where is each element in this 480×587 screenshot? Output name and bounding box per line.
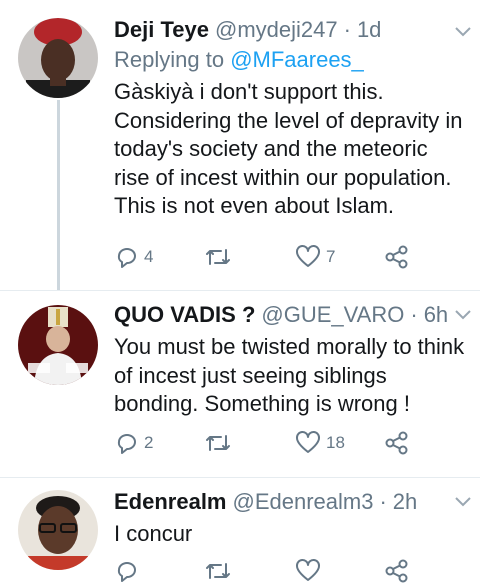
chevron-down-icon[interactable] [454,496,472,508]
share-button[interactable] [384,558,410,584]
timestamp[interactable]: 1d [357,16,381,44]
display-name[interactable]: QUO VADIS ? [114,301,255,329]
share-button[interactable] [384,244,410,270]
tweet-1[interactable]: Deji Teye @mydeji247 · 1d Replying to @M… [0,0,480,290]
user-handle[interactable]: @mydeji247 [215,16,338,44]
timestamp[interactable]: 2h [393,488,417,516]
tweet-text: I concur [114,521,193,546]
replying-to: Replying to @MFaarees_ [114,46,466,74]
reply-button[interactable]: 2 [114,430,204,456]
display-name[interactable]: Deji Teye [114,16,209,44]
share-icon [385,431,408,455]
heart-icon [296,245,320,267]
chevron-down-icon[interactable] [454,309,472,321]
retweet-icon [206,249,230,265]
separator-dot: · [410,302,418,327]
reply-count: 2 [144,433,154,452]
tweet-2[interactable]: QUO VADIS ? @GUE_VARO · 6h You must be t… [0,291,480,477]
like-button[interactable]: 18 [294,430,384,456]
avatar[interactable] [18,305,98,385]
display-name[interactable]: Edenrealm [114,488,227,516]
heart-icon [296,559,320,581]
reply-count: 4 [144,247,154,266]
tweet-3[interactable]: Edenrealm @Edenrealm3 · 2h I concur [0,478,480,587]
tweet-header: Edenrealm @Edenrealm3 · 2h [114,488,466,516]
user-handle[interactable]: @Edenrealm3 [233,488,374,516]
avatar[interactable] [18,18,98,98]
thread-line [57,100,60,290]
replying-to-label: Replying to [114,47,231,72]
avatar[interactable] [18,490,98,570]
share-icon [385,559,408,583]
chevron-down-icon[interactable] [454,26,472,38]
heart-icon [296,431,320,453]
tweet-actions: 4 7 [114,244,410,270]
retweet-button[interactable] [204,558,294,584]
reply-icon [117,562,136,582]
like-button[interactable] [294,558,384,584]
retweet-icon [206,563,230,579]
tweet-actions [114,558,410,584]
reply-button[interactable]: 4 [114,244,204,270]
retweet-button[interactable] [204,244,294,270]
retweet-button[interactable] [204,430,294,456]
separator-dot: · [379,489,387,514]
like-button[interactable]: 7 [294,244,384,270]
replying-to-handle[interactable]: @MFaarees_ [230,47,364,72]
retweet-icon [206,435,230,451]
tweet-actions: 2 18 [114,430,410,456]
tweet-header: Deji Teye @mydeji247 · 1d [114,16,466,44]
share-button[interactable] [384,430,410,456]
tweet-header: QUO VADIS ? @GUE_VARO · 6h [114,301,466,329]
reply-icon [117,248,136,268]
reply-button[interactable] [114,558,204,584]
separator-dot: · [343,17,351,42]
tweet-text: You must be twisted morally to think of … [114,334,465,416]
reply-icon [117,434,136,454]
tweet-text: Gàskiyà i don't support this. Considerin… [114,79,463,218]
like-count: 7 [326,247,336,266]
like-count: 18 [326,433,345,452]
share-icon [385,245,408,269]
timestamp[interactable]: 6h [424,301,448,329]
user-handle[interactable]: @GUE_VARO [261,301,404,329]
